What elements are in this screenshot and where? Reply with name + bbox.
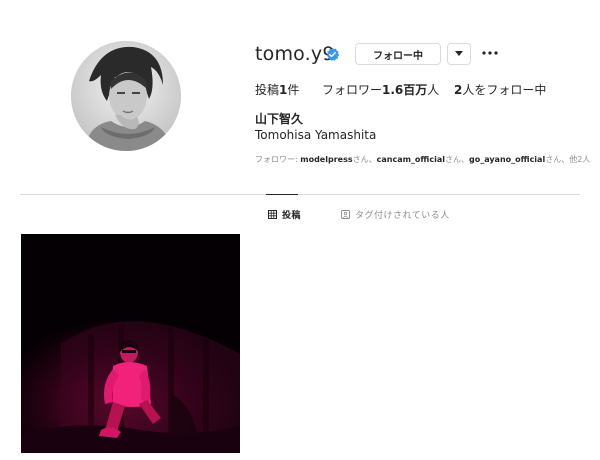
full-name: 山下智久 (255, 112, 304, 126)
grid-icon (268, 210, 277, 219)
followed-by-user[interactable]: modelpress (300, 155, 352, 164)
followers-count-value: 1.6百万 (382, 83, 428, 97)
posts-label: 投稿 (255, 83, 280, 97)
posts-unit: 件 (287, 83, 300, 97)
avatar[interactable] (71, 41, 181, 151)
followed-by-suffix: 他2人 (569, 155, 591, 164)
verified-badge-icon (325, 47, 340, 62)
post-thumbnail[interactable] (21, 234, 240, 453)
followed-by-user[interactable]: go_ayano_official (469, 155, 545, 164)
separator: 、 (460, 155, 469, 164)
tab-tagged[interactable]: タグ付けされている人 (341, 208, 450, 221)
following-button[interactable]: フォロー中 (355, 43, 441, 65)
separator: 、 (368, 155, 377, 164)
tag-person-icon (341, 210, 350, 219)
posts-count: 投稿1件 (255, 81, 299, 98)
followed-by-text[interactable]: フォロワー: modelpressさん、cancam_officialさん、go… (255, 154, 590, 165)
followed-by-user[interactable]: cancam_official (377, 155, 445, 164)
followers-unit: 人 (427, 83, 440, 97)
separator: 、 (561, 155, 570, 164)
username: tomo.y9 (255, 43, 335, 65)
bio-text: Tomohisa Yamashita (255, 128, 377, 142)
following-link[interactable]: 2人をフォロー中 (454, 81, 546, 98)
caret-down-icon (455, 51, 463, 56)
tab-tagged-label: タグ付けされている人 (355, 211, 450, 221)
post-image (21, 234, 240, 453)
profile-divider (20, 194, 580, 195)
honorific: さん (444, 155, 461, 164)
honorific: さん (545, 155, 562, 164)
ellipsis-icon (482, 51, 498, 55)
followed-by-prefix: フォロワー: (255, 155, 301, 164)
tab-posts-label: 投稿 (282, 211, 302, 221)
tab-posts[interactable]: 投稿 (268, 208, 301, 221)
followers-label: フォロワー (322, 83, 383, 97)
honorific: さん (352, 155, 369, 164)
following-label: 人をフォロー中 (462, 83, 547, 97)
avatar-photo (71, 41, 181, 151)
active-tab-indicator (266, 194, 298, 195)
following-button-label: フォロー中 (373, 50, 423, 62)
suggestions-dropdown-button[interactable] (447, 43, 471, 65)
followers-link[interactable]: フォロワー1.6百万人 (322, 81, 439, 98)
more-options-button[interactable] (481, 44, 499, 62)
